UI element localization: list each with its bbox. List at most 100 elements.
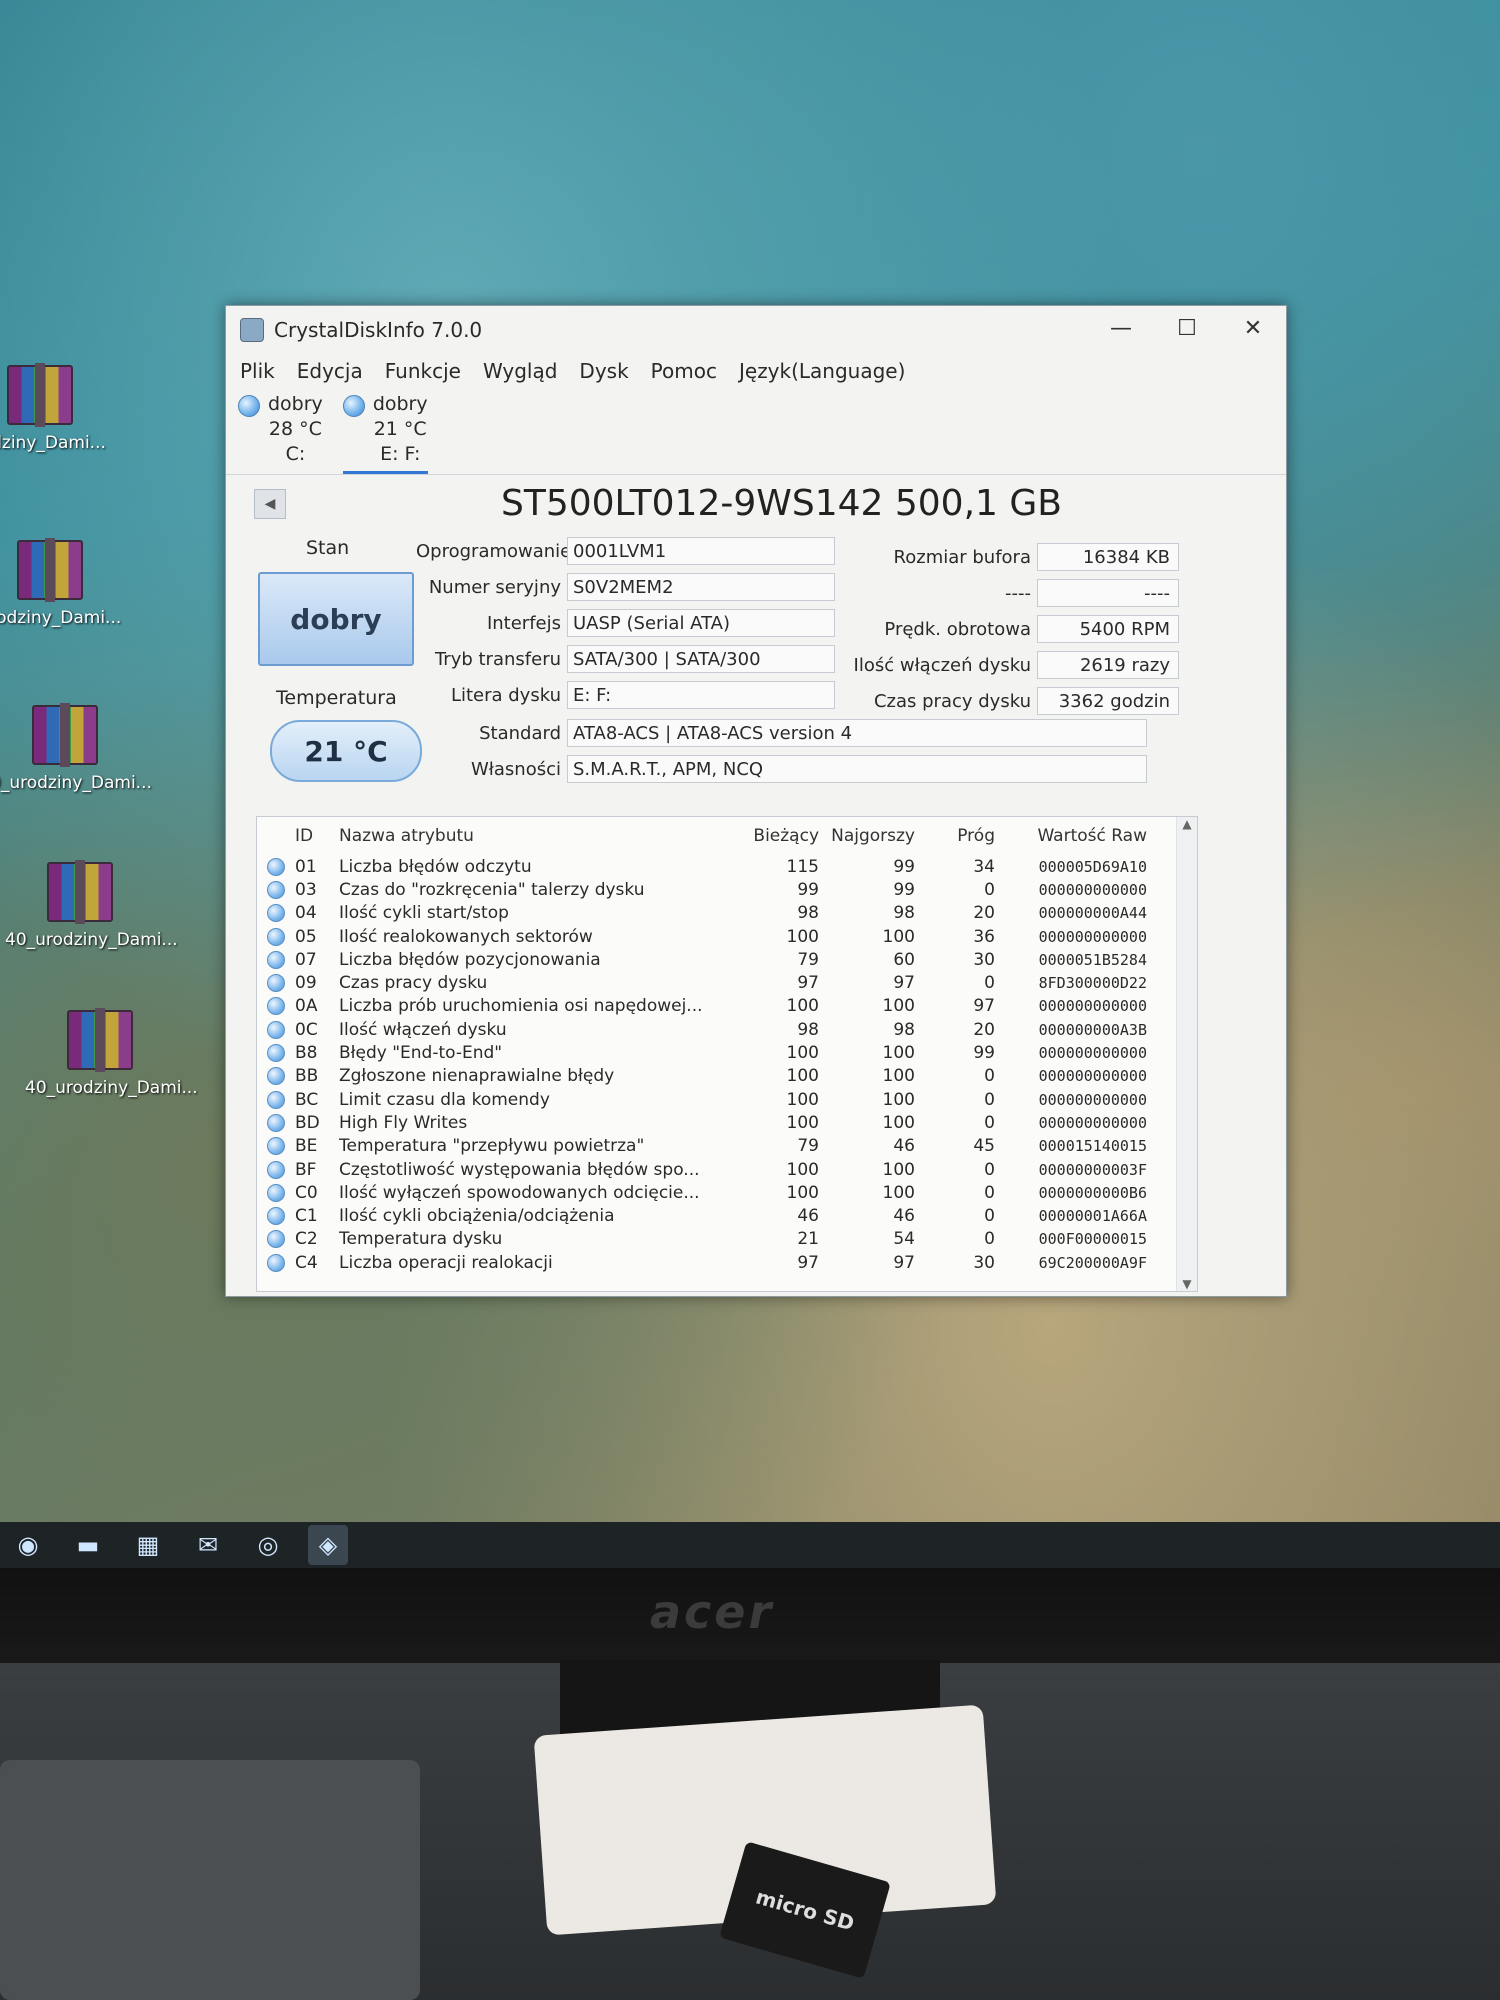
menu-wyglad[interactable]: Wygląd [483, 359, 557, 383]
cell-name: Ilość realokowanych sektorów [339, 926, 593, 947]
desktop-archive-item[interactable]: urodziny_Dami... [0, 538, 125, 628]
chrome-icon[interactable]: ◎ [248, 1525, 288, 1565]
field-label: Tryb transferu [434, 648, 561, 670]
table-row[interactable]: BB Zgłoszone nienaprawialne błędy 100 100 0 0… [257, 1065, 1197, 1088]
close-button[interactable]: ✕ [1220, 306, 1286, 350]
status-dot-icon [267, 1137, 285, 1156]
cell-current: 100 [786, 1089, 819, 1110]
table-row[interactable]: 04 Ilość cykli start/stop 98 98 20 000000000A… [257, 902, 1197, 925]
desktop-archive-item[interactable]: rodziny_Dami... [0, 363, 115, 453]
field-value: SATA/300 | SATA/300 [567, 645, 835, 673]
col-id[interactable]: ID [295, 826, 339, 846]
store-icon[interactable]: ▦ [128, 1525, 168, 1565]
chevron-up-icon[interactable]: ▲ [1182, 817, 1191, 831]
crystaldiskinfo-window: CrystalDiskInfo 7.0.0 — ☐ ✕ Plik Edycja … [225, 305, 1287, 1297]
desktop-archive-item[interactable]: 0_urodziny_Dami... [0, 703, 152, 793]
field-unknown: ---- ---- [851, 579, 1179, 607]
menu-funkcje[interactable]: Funkcje [385, 359, 461, 383]
disk-selector: dobry 28 °C C: dobry 21 °C E: F: [226, 388, 1286, 475]
cell-name: Błędy "End-to-End" [339, 1043, 503, 1064]
table-row[interactable]: C0 Ilość wyłączeń spowodowanych odcięcie.… [257, 1181, 1197, 1204]
field-value: E: F: [567, 681, 835, 709]
status-dot-icon [267, 927, 285, 946]
menu-dysk[interactable]: Dysk [579, 359, 628, 383]
col-threshold[interactable]: Próg [915, 826, 995, 846]
menu-pomoc[interactable]: Pomoc [651, 359, 717, 383]
cell-raw: 000015140015 [1038, 1137, 1147, 1156]
cell-worst: 100 [882, 1112, 915, 1133]
table-row[interactable]: BF Częstotliwość występowania błędów spo.… [257, 1158, 1197, 1181]
table-row[interactable]: 0A Liczba prób uruchomienia osi napędowej… [257, 995, 1197, 1018]
table-row[interactable]: 03 Czas do "rozkręcenia" talerzy dysku 99 9… [257, 878, 1197, 901]
cell-threshold: 0 [984, 1206, 995, 1227]
field-power-on-count: Ilość włączeń dysku 2619 razy [851, 651, 1179, 679]
winrar-archive-icon [17, 538, 83, 602]
menu-edycja[interactable]: Edycja [297, 359, 363, 383]
menu-jezyk[interactable]: Język(Language) [739, 359, 905, 383]
col-current[interactable]: Bieżący [723, 826, 819, 846]
cell-raw: 000000000000 [1038, 1067, 1147, 1086]
field-label: Interfejs [486, 612, 561, 634]
field-transfer-mode: Tryb transferu SATA/300 | SATA/300 [416, 645, 835, 673]
cell-worst: 99 [893, 879, 915, 900]
cell-name: Czas do "rozkręcenia" talerzy dysku [339, 879, 645, 900]
table-row[interactable]: BD High Fly Writes 100 100 0 000000000000 [257, 1111, 1197, 1134]
cell-current: 100 [786, 926, 819, 947]
table-row[interactable]: B8 Błędy "End-to-End" 100 100 99 000000000000 [257, 1041, 1197, 1064]
menu-plik[interactable]: Plik [240, 359, 275, 383]
explorer-icon[interactable]: ▬ [68, 1525, 108, 1565]
cell-worst: 54 [893, 1229, 915, 1250]
table-row[interactable]: 07 Liczba błędów pozycjonowania 79 60 30 0000… [257, 948, 1197, 971]
col-name[interactable]: Nazwa atrybutu [339, 826, 723, 846]
edge-icon[interactable]: ◉ [8, 1525, 48, 1565]
cell-id: 09 [295, 973, 317, 994]
cell-worst: 98 [893, 903, 915, 924]
cell-threshold: 20 [973, 1019, 995, 1040]
menu-bar: Plik Edycja Funkcje Wygląd Dysk Pomoc Ję… [226, 354, 1286, 388]
cell-worst: 100 [882, 1066, 915, 1087]
table-row[interactable]: 0C Ilość włączeń dysku 98 98 20 000000000A3B [257, 1018, 1197, 1041]
desktop-archive-item[interactable]: 40_urodziny_Dami... [25, 1008, 198, 1098]
col-worst[interactable]: Najgorszy [819, 826, 915, 846]
field-value: 3362 godzin [1037, 687, 1179, 715]
cell-worst: 46 [893, 1206, 915, 1227]
col-raw[interactable]: Wartość Raw [995, 826, 1147, 846]
outlook-icon[interactable]: ✉ [188, 1525, 228, 1565]
minimize-button[interactable]: — [1088, 306, 1154, 350]
field-label: ---- [1005, 582, 1031, 604]
taskbar: ◉ ▬ ▦ ✉ ◎ ◈ [0, 1522, 1500, 1568]
field-label: Prędk. obrotowa [884, 618, 1031, 640]
chevron-down-icon[interactable]: ▼ [1182, 1277, 1191, 1291]
cell-worst: 97 [893, 973, 915, 994]
desktop: rodziny_Dami... urodziny_Dami... 0_urodz… [0, 0, 1500, 1560]
title-bar[interactable]: CrystalDiskInfo 7.0.0 — ☐ ✕ [226, 306, 1286, 354]
table-row[interactable]: C1 Ilość cykli obciążenia/odciążenia 46 46 0… [257, 1204, 1197, 1227]
table-row[interactable]: 01 Liczba błędów odczytu 115 99 34 000005D69A… [257, 855, 1197, 878]
field-label: Oprogramowanie [416, 540, 572, 562]
table-row[interactable]: BE Temperatura "przepływu powietrza" 79 46 4… [257, 1135, 1197, 1158]
field-value: 2619 razy [1037, 651, 1179, 679]
desktop-archive-item[interactable]: 40_urodziny_Dami... [5, 860, 178, 950]
table-row[interactable]: 05 Ilość realokowanych sektorów 100 100 36 00… [257, 925, 1197, 948]
status-cell [257, 1207, 295, 1226]
status-dot-icon [267, 1044, 285, 1063]
table-row[interactable]: BC Limit czasu dla komendy 100 100 0 00000000… [257, 1088, 1197, 1111]
temperature-button[interactable]: 21 °C [270, 720, 422, 782]
table-scrollbar[interactable]: ▲ ▼ [1176, 817, 1197, 1291]
table-row[interactable]: C4 Liczba operacji realokacji 97 97 30 69C200… [257, 1251, 1197, 1274]
status-cell [257, 927, 295, 946]
winrar-archive-icon [32, 703, 98, 767]
previous-disk-button[interactable]: ◀ [254, 489, 286, 519]
disk-tab-c[interactable]: dobry 28 °C C: [238, 388, 323, 474]
cell-name: Częstotliwość występowania błędów spo... [339, 1159, 700, 1180]
crystaldiskinfo-icon[interactable]: ◈ [308, 1525, 348, 1565]
smart-attributes-table[interactable]: ID Nazwa atrybutu Bieżący Najgorszy Próg… [256, 816, 1198, 1292]
table-row[interactable]: 09 Czas pracy dysku 97 97 0 8FD300000D22 [257, 971, 1197, 994]
status-cell [257, 974, 295, 993]
table-row[interactable]: C2 Temperatura dysku 21 54 0 000F00000015 [257, 1228, 1197, 1251]
crystaldiskinfo-app-icon [240, 318, 264, 342]
disk-tab-ef[interactable]: dobry 21 °C E: F: [342, 388, 428, 474]
health-status-button[interactable]: dobry [258, 572, 414, 666]
status-dot-icon [267, 1230, 285, 1249]
maximize-button[interactable]: ☐ [1154, 306, 1220, 350]
